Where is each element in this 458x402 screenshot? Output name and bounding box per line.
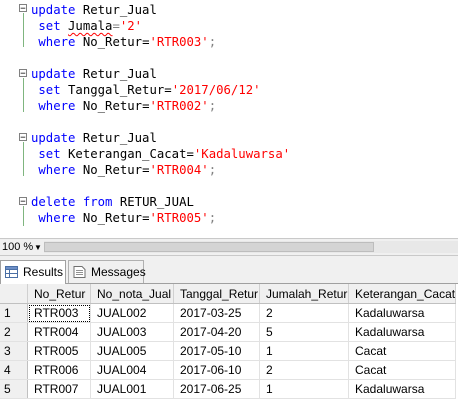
tab-results[interactable]: Results: [0, 260, 66, 284]
table-cell[interactable]: RTR004: [27, 322, 91, 342]
row-number[interactable]: 4: [0, 360, 28, 380]
table-cell[interactable]: 5: [259, 322, 349, 342]
table-cell[interactable]: Cacat: [348, 360, 457, 380]
table-cell[interactable]: JUAL003: [90, 322, 174, 342]
code-line: set Keterangan_Cacat='Kadaluwarsa': [38, 147, 291, 161]
code-line: delete from RETUR_JUAL: [31, 195, 194, 209]
code-line: update Retur_Jual: [31, 67, 157, 81]
table-row[interactable]: 1 RTR003 JUAL002 2017-03-25 2 Kadaluwars…: [0, 303, 457, 323]
code-line: set Tanggal_Retur='2017/06/12': [38, 83, 261, 97]
zoom-bar: 100 % ▼: [0, 238, 458, 256]
table-row[interactable]: 2 RTR004 JUAL003 2017-04-20 5 Kadaluwars…: [0, 322, 457, 342]
table-header-row: No_Retur No_nota_Jual Tanggal_Retur Juma…: [0, 284, 457, 304]
fold-line: [23, 142, 24, 176]
message-icon: [73, 266, 86, 278]
code-line: update Retur_Jual: [31, 3, 157, 17]
code-line: where No_Retur='RTR004';: [38, 163, 217, 177]
table-cell[interactable]: JUAL002: [90, 303, 174, 323]
column-header[interactable]: Keterangan_Cacat: [348, 284, 457, 304]
fold-line: [23, 206, 24, 226]
table-cell[interactable]: JUAL001: [90, 379, 174, 399]
table-row[interactable]: 4 RTR006 JUAL004 2017-06-10 2 Cacat: [0, 360, 457, 380]
chevron-down-icon[interactable]: ▼: [34, 241, 42, 254]
tab-label: Messages: [91, 265, 146, 279]
row-number[interactable]: 2: [0, 322, 28, 342]
grid-icon: [5, 266, 18, 278]
query-editor[interactable]: − update Retur_Jual set Jumala='2' where…: [0, 0, 458, 238]
table-cell[interactable]: 2017-04-20: [173, 322, 260, 342]
results-grid[interactable]: No_Retur No_nota_Jual Tanggal_Retur Juma…: [0, 284, 458, 402]
row-number[interactable]: 5: [0, 379, 28, 399]
table-cell[interactable]: 2: [259, 303, 349, 323]
table-cell[interactable]: 2017-06-25: [173, 379, 260, 399]
table-cell[interactable]: RTR005: [27, 341, 91, 361]
horizontal-scrollbar[interactable]: [44, 241, 458, 253]
code-line: set Jumala='2': [38, 19, 143, 33]
code-line: where No_Retur='RTR003';: [38, 35, 217, 49]
collapse-toggle-block-1[interactable]: −: [19, 4, 27, 14]
collapse-toggle-block-3[interactable]: −: [19, 133, 27, 143]
code-line: where No_Retur='RTR002';: [38, 99, 217, 113]
row-number[interactable]: 3: [0, 341, 28, 361]
collapse-toggle-block-4[interactable]: −: [19, 197, 27, 207]
table-cell[interactable]: RTR003: [27, 303, 91, 323]
table-cell[interactable]: Cacat: [348, 341, 457, 361]
results-tab-bar: Results Messages: [0, 256, 458, 284]
table-cell[interactable]: 2017-06-10: [173, 360, 260, 380]
table-cell[interactable]: Kadaluwarsa: [348, 379, 457, 399]
scrollbar-thumb[interactable]: [44, 242, 374, 252]
table-cell[interactable]: 2017-03-25: [173, 303, 260, 323]
table-cell[interactable]: Kadaluwarsa: [348, 322, 457, 342]
table-cell[interactable]: RTR007: [27, 379, 91, 399]
table-cell[interactable]: JUAL004: [90, 360, 174, 380]
table-cell[interactable]: 1: [259, 379, 349, 399]
table-cell[interactable]: Kadaluwarsa: [348, 303, 457, 323]
tab-label: Results: [23, 265, 64, 279]
table-cell[interactable]: 1: [259, 341, 349, 361]
code-line: where No_Retur='RTR005';: [38, 211, 217, 225]
column-header[interactable]: Jumalah_Retur: [259, 284, 349, 304]
code-line: update Retur_Jual: [31, 131, 157, 145]
row-number[interactable]: 1: [0, 303, 28, 323]
table-cell[interactable]: 2017-05-10: [173, 341, 260, 361]
zoom-level[interactable]: 100 %: [2, 240, 33, 255]
table-cell[interactable]: 2: [259, 360, 349, 380]
column-header[interactable]: Tanggal_Retur: [173, 284, 260, 304]
table-row[interactable]: 3 RTR005 JUAL005 2017-05-10 1 Cacat: [0, 341, 457, 361]
fold-line: [23, 78, 24, 112]
results-table: No_Retur No_nota_Jual Tanggal_Retur Juma…: [0, 284, 457, 399]
table-cell[interactable]: RTR006: [27, 360, 91, 380]
corner-cell[interactable]: [0, 284, 28, 304]
column-header[interactable]: No_nota_Jual: [90, 284, 174, 304]
tab-messages[interactable]: Messages: [68, 260, 146, 283]
table-cell[interactable]: JUAL005: [90, 341, 174, 361]
column-header[interactable]: No_Retur: [27, 284, 91, 304]
fold-line: [23, 13, 24, 47]
collapse-toggle-block-2[interactable]: −: [19, 69, 27, 79]
table-row[interactable]: 5 RTR007 JUAL001 2017-06-25 1 Kadaluwars…: [0, 379, 457, 399]
